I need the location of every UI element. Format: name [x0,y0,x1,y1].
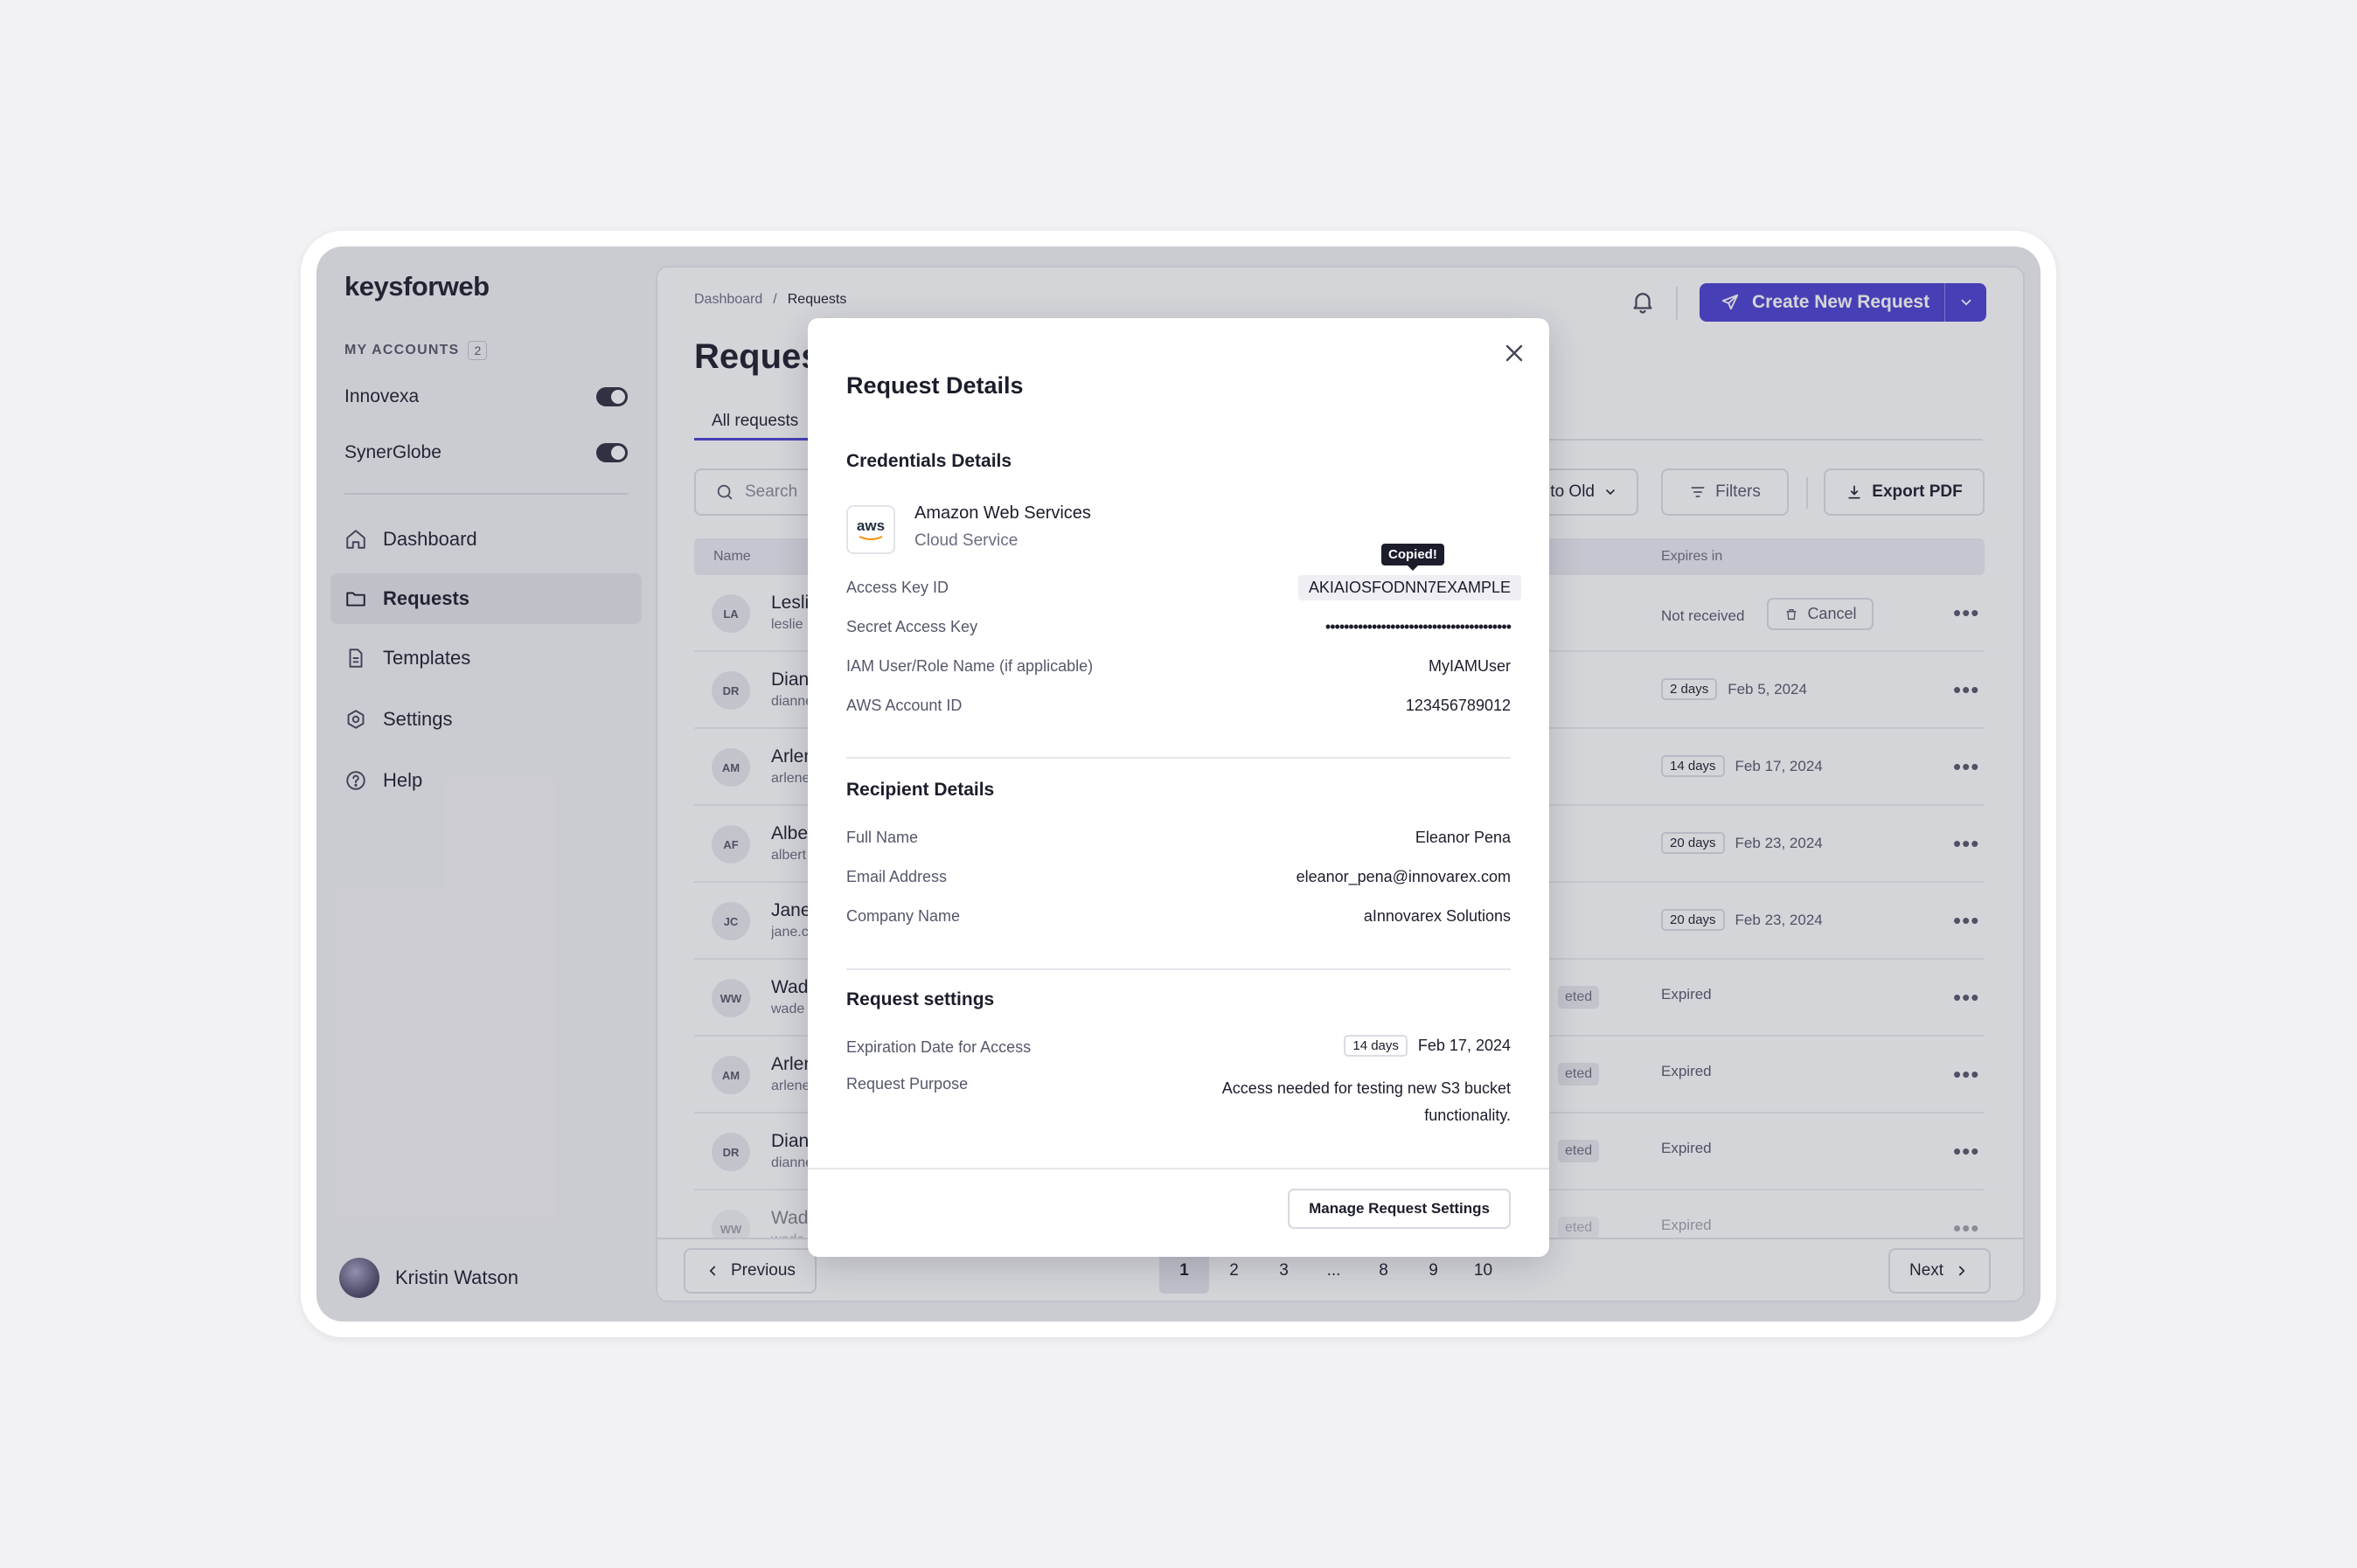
service-type: Cloud Service [914,531,1019,550]
field-label: Secret Access Key [846,618,978,635]
expiration-date: Feb 17, 2024 [1417,1037,1511,1054]
copied-tooltip: Copied! [1381,544,1444,571]
field-label: Full Name [846,829,919,846]
section-divider [846,757,1511,759]
field-aws-account-id: AWS Account ID 123456789012 [846,697,1511,715]
aws-smile-icon [859,536,883,540]
field-label: AWS Account ID [846,697,963,714]
manage-request-settings-button[interactable]: Manage Request Settings [1288,1189,1511,1229]
settings-heading: Request settings [846,989,995,1009]
close-icon[interactable] [1500,339,1528,367]
service-name: Amazon Web Services [914,503,1091,523]
modal-footer: Manage Request Settings [808,1168,1549,1257]
field-company: Company Name aInnovarex Solutions [846,907,1511,926]
purpose-value: Access needed for testing new S3 bucket … [1221,1079,1511,1124]
field-label: Email Address [846,868,948,885]
access-key-value[interactable]: AKIAIOSFODNN7EXAMPLE [1297,575,1521,600]
expiration-value: 14 days Feb 17, 2024 [1344,1035,1511,1057]
field-email: Email Address eleanor_pena@innovarex.com [846,868,1511,886]
field-secret-access-key: Secret Access Key ••••••••••••••••••••••… [846,618,1512,636]
secret-key-value[interactable]: •••••••••••••••••••••••••••••••••••••••• [1325,618,1512,636]
field-full-name: Full Name Eleanor Pena [846,829,1511,847]
aws-logo: aws [846,505,895,554]
full-name-value: Eleanor Pena [1415,829,1511,846]
request-details-modal: Request Details Credentials Details aws … [808,318,1549,1257]
credentials-heading: Credentials Details [846,451,1012,471]
field-label: Company Name [846,907,961,925]
field-label: Request Purpose [846,1075,969,1093]
field-label: IAM User/Role Name (if applicable) [846,657,1094,675]
field-label: Access Key ID [846,579,949,596]
field-purpose: Request Purpose Access needed for testin… [846,1075,1511,1129]
aws-account-value[interactable]: 123456789012 [1406,697,1511,715]
aws-logo-text: aws [856,517,886,534]
email-value: eleanor_pena@innovarex.com [1296,868,1511,885]
company-value: aInnovarex Solutions [1363,907,1511,925]
field-label: Expiration Date for Access [846,1038,1032,1056]
field-iam-user: IAM User/Role Name (if applicable) MyIAM… [846,657,1511,676]
expiration-badge: 14 days [1344,1035,1408,1057]
field-expiration: Expiration Date for Access 14 days Feb 1… [846,1035,1511,1057]
field-access-key-id: Access Key ID AKIAIOSFODNN7EXAMPLE [846,575,1521,600]
iam-user-value[interactable]: MyIAMUser [1429,657,1511,676]
modal-title: Request Details [846,372,1024,399]
section-divider [846,968,1511,970]
recipient-heading: Recipient Details [846,780,995,800]
